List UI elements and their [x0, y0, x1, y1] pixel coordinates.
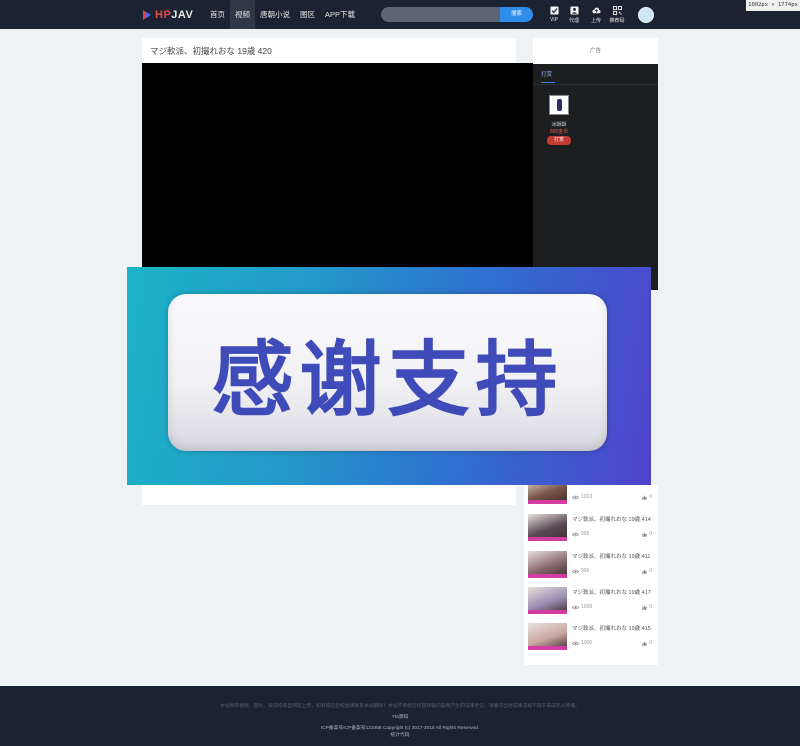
nav-item-videos[interactable]: 视频 — [230, 0, 255, 29]
donate-button[interactable]: 打赏 — [547, 136, 571, 145]
like-count-value: 0 — [649, 568, 652, 574]
page-size-badge: 1002px × 1774px — [746, 0, 800, 11]
eye-icon — [572, 605, 579, 609]
tab-active-indicator — [541, 82, 555, 83]
top-navbar: HPJAV 首页 视频 唐朝小说 图区 APP下载 搜索 VIP 代理 上传 推… — [0, 0, 800, 29]
vip-check-icon — [549, 6, 559, 15]
list-item-title[interactable]: マジ軟派、初撮れおな 19歳 414 — [572, 515, 656, 523]
footer-stats: 统计代码 — [390, 733, 410, 738]
vip-label: VIP — [549, 17, 559, 23]
view-count: 1008 — [572, 604, 592, 610]
eye-icon — [572, 495, 579, 499]
thanks-banner-text: 感谢支持 — [211, 333, 564, 428]
thanks-banner[interactable]: 感谢支持 — [127, 267, 651, 485]
donate-divider — [533, 84, 658, 85]
footer-disclaimer: 本站所有视频、图片、资讯均来自网友上传，如有侵犯您权益请联系本站删除！本站不承担… — [220, 704, 580, 709]
nav-item-gallery[interactable]: 图区 — [295, 0, 320, 29]
thumbs-up-icon — [642, 568, 647, 574]
donor-name: 冰酥酥 — [551, 122, 567, 128]
referral-code-button[interactable]: 推荐码 — [606, 6, 628, 24]
eye-icon — [572, 569, 579, 573]
video-thumbnail[interactable] — [528, 551, 567, 578]
logo-text-part2: JAV — [171, 9, 194, 21]
agent-label: 代理 — [568, 18, 579, 24]
eye-icon — [572, 641, 579, 645]
view-count-value: 1003 — [581, 494, 593, 500]
thumbs-up-icon — [642, 640, 647, 646]
nav-item-app-download[interactable]: APP下载 — [320, 0, 360, 29]
like-count-value: 0 — [649, 531, 652, 537]
view-count-value: 999 — [581, 568, 590, 574]
search-bar: 搜索 — [381, 7, 533, 22]
site-logo[interactable]: HPJAV — [143, 8, 193, 22]
related-videos-list: マジ軟派、初撮れおな 19歳 41210030マジ軟派、初撮れおな 19歳 41… — [524, 477, 658, 665]
video-title: マジ軟派、初撮れおな 19歳 420 — [150, 46, 272, 56]
like-count[interactable]: 0 — [642, 531, 652, 537]
logo-text-part1: HP — [155, 9, 172, 21]
list-item[interactable]: マジ軟派、初撮れおな 19歳 411 999 0 — [528, 551, 656, 585]
list-item-title[interactable]: マジ軟派、初撮れおな 19歳 417 — [572, 588, 656, 596]
thumbs-up-icon — [642, 604, 647, 610]
video-thumbnail[interactable] — [528, 623, 567, 650]
like-count-value: 0 — [649, 494, 652, 500]
list-item-title[interactable]: マジ軟派、初撮れおな 19歳 411 — [572, 552, 656, 560]
like-count[interactable]: 0 — [642, 494, 652, 500]
view-count: 1006 — [572, 640, 592, 646]
nav-item-home[interactable]: 首页 — [205, 0, 230, 29]
side-ad[interactable]: 广告 — [533, 38, 658, 64]
referral-code-label: 推荐码 — [609, 18, 625, 24]
eye-icon — [572, 532, 579, 536]
view-count-value: 1008 — [581, 604, 593, 610]
agent-button[interactable]: 代理 — [563, 6, 585, 24]
tab-donate[interactable]: 打赏 — [541, 70, 552, 78]
thumbs-up-icon — [642, 494, 647, 500]
search-button[interactable]: 搜索 — [500, 7, 533, 22]
like-count-value: 0 — [649, 604, 652, 610]
view-count: 999 — [572, 531, 589, 537]
upload-cloud-icon — [591, 7, 601, 14]
search-input[interactable] — [381, 7, 501, 22]
like-count-value: 0 — [649, 640, 652, 646]
user-avatar[interactable] — [638, 7, 654, 23]
list-item[interactable]: マジ軟派、初撮れおな 19歳 415 1006 0 — [528, 623, 656, 657]
thanks-banner-plate: 感谢支持 — [168, 294, 607, 451]
view-count: 1003 — [572, 494, 592, 500]
like-count[interactable]: 0 — [642, 568, 652, 574]
nav-item-novels[interactable]: 唐朝小说 — [255, 0, 295, 29]
donor-avatar[interactable] — [549, 95, 569, 115]
video-player[interactable] — [142, 63, 533, 292]
main-nav: 首页 视频 唐朝小说 图区 APP下载 — [205, 0, 360, 29]
view-count-value: 1006 — [581, 640, 593, 646]
list-item-title[interactable]: マジ軟派、初撮れおな 19歳 415 — [572, 624, 656, 632]
view-count-value: 999 — [581, 531, 590, 537]
vip-button[interactable]: VIP — [543, 6, 565, 23]
donor-amount: 888金币 — [549, 129, 569, 135]
thumbs-up-icon — [642, 531, 647, 537]
upload-label: 上传 — [590, 18, 601, 24]
footer-brand[interactable]: YM源码 — [0, 713, 800, 720]
donate-panel: 打赏 冰酥酥 888金币 打赏 — [533, 64, 658, 290]
like-count[interactable]: 0 — [642, 640, 652, 646]
video-thumbnail[interactable] — [528, 514, 567, 541]
view-count: 999 — [572, 568, 589, 574]
video-thumbnail[interactable] — [528, 587, 567, 614]
list-item[interactable]: マジ軟派、初撮れおな 19歳 417 1008 0 — [528, 587, 656, 621]
footer-copyright: ICP备案号ICP备案号123456 Copyright (c) 2017-20… — [320, 726, 480, 731]
agent-icon — [569, 6, 579, 15]
site-footer: 本站所有视频、图片、资讯均来自网友上传，如有侵犯您权益请联系本站删除！本站不承担… — [0, 686, 800, 746]
upload-button[interactable]: 上传 — [585, 6, 607, 24]
list-item[interactable]: マジ軟派、初撮れおな 19歳 414 999 0 — [528, 514, 656, 548]
logo-mark-icon — [143, 10, 153, 20]
qr-code-icon — [612, 6, 622, 15]
like-count[interactable]: 0 — [642, 604, 652, 610]
